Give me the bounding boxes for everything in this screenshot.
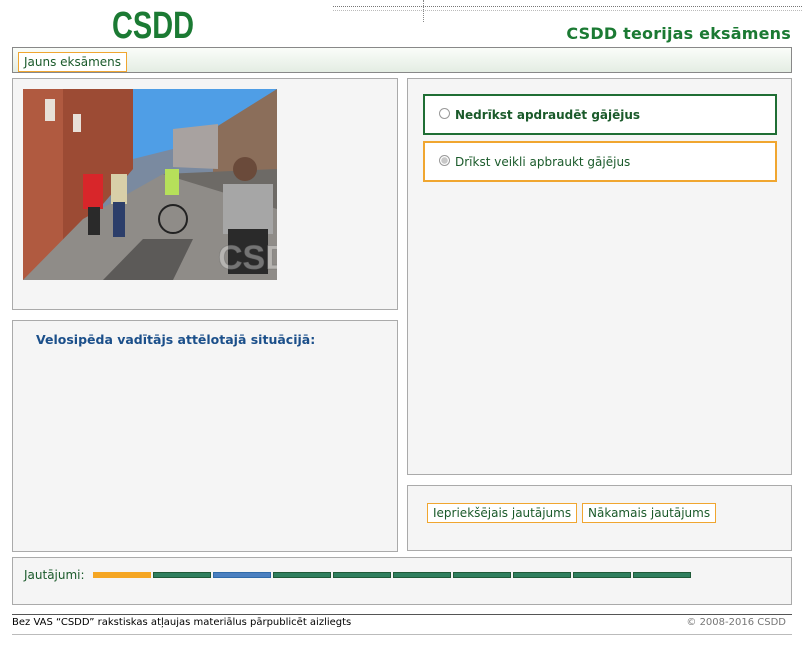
- header-dotted-line-2: [333, 10, 802, 11]
- progress-segment-9[interactable]: [573, 572, 631, 578]
- answer-2-radio[interactable]: [439, 155, 450, 166]
- progress-segment-1[interactable]: [93, 572, 151, 578]
- top-nav-bar: Jauns eksāmens: [12, 47, 792, 73]
- csdd-logo: CSDD: [112, 5, 194, 42]
- svg-text:CSDD: CSDD: [218, 239, 277, 277]
- svg-text:CSDD: CSDD: [112, 5, 194, 42]
- progress-segment-7[interactable]: [453, 572, 511, 578]
- new-exam-button[interactable]: Jauns eksāmens: [18, 52, 128, 72]
- progress-label: Jautājumi:: [24, 568, 85, 582]
- progress-segment-8[interactable]: [513, 572, 571, 578]
- footer-copyright-years: © 2008-2016 CSDD: [686, 617, 786, 628]
- answer-option-1[interactable]: Nedrīkst apdraudēt gājējus: [423, 94, 777, 135]
- answer-option-2[interactable]: Drīkst veikli apbraukt gājējus: [423, 141, 777, 182]
- site-title: CSDD teorijas eksāmens: [566, 24, 791, 43]
- answer-1-label: Nedrīkst apdraudēt gājējus: [455, 108, 641, 122]
- footer-bottom-divider: [12, 634, 792, 635]
- question-text-panel: Velosipēda vadītājs attēlotajā situācijā…: [12, 320, 398, 552]
- answer-1-radio[interactable]: [439, 108, 450, 119]
- question-photo: CSDD: [23, 89, 277, 280]
- answers-panel: Nedrīkst apdraudēt gājējus Drīkst veikli…: [407, 78, 792, 475]
- question-image-panel: CSDD: [12, 78, 398, 310]
- question-progress-panel: Jautājumi:: [12, 557, 792, 605]
- progress-segment-3[interactable]: [213, 572, 271, 578]
- question-navigation-panel: Iepriekšējais jautājums Nākamais jautāju…: [407, 485, 792, 551]
- header-dotted-line: [333, 6, 802, 7]
- next-question-button[interactable]: Nākamais jautājums: [582, 503, 717, 523]
- previous-question-button[interactable]: Iepriekšējais jautājums: [427, 503, 578, 523]
- question-text: Velosipēda vadītājs attēlotajā situācijā…: [36, 332, 316, 347]
- footer-copyright-notice: Bez VAS “CSDD” rakstiskas atļaujas mater…: [12, 617, 352, 628]
- progress-segment-2[interactable]: [153, 572, 211, 578]
- answer-2-label: Drīkst veikli apbraukt gājējus: [455, 155, 631, 169]
- footer-divider: [12, 614, 792, 615]
- progress-segment-5[interactable]: [333, 572, 391, 578]
- progress-segment-10[interactable]: [633, 572, 691, 578]
- progress-bar: [93, 572, 691, 578]
- progress-segment-4[interactable]: [273, 572, 331, 578]
- header-dotted-divider: [423, 0, 424, 22]
- progress-segment-6[interactable]: [393, 572, 451, 578]
